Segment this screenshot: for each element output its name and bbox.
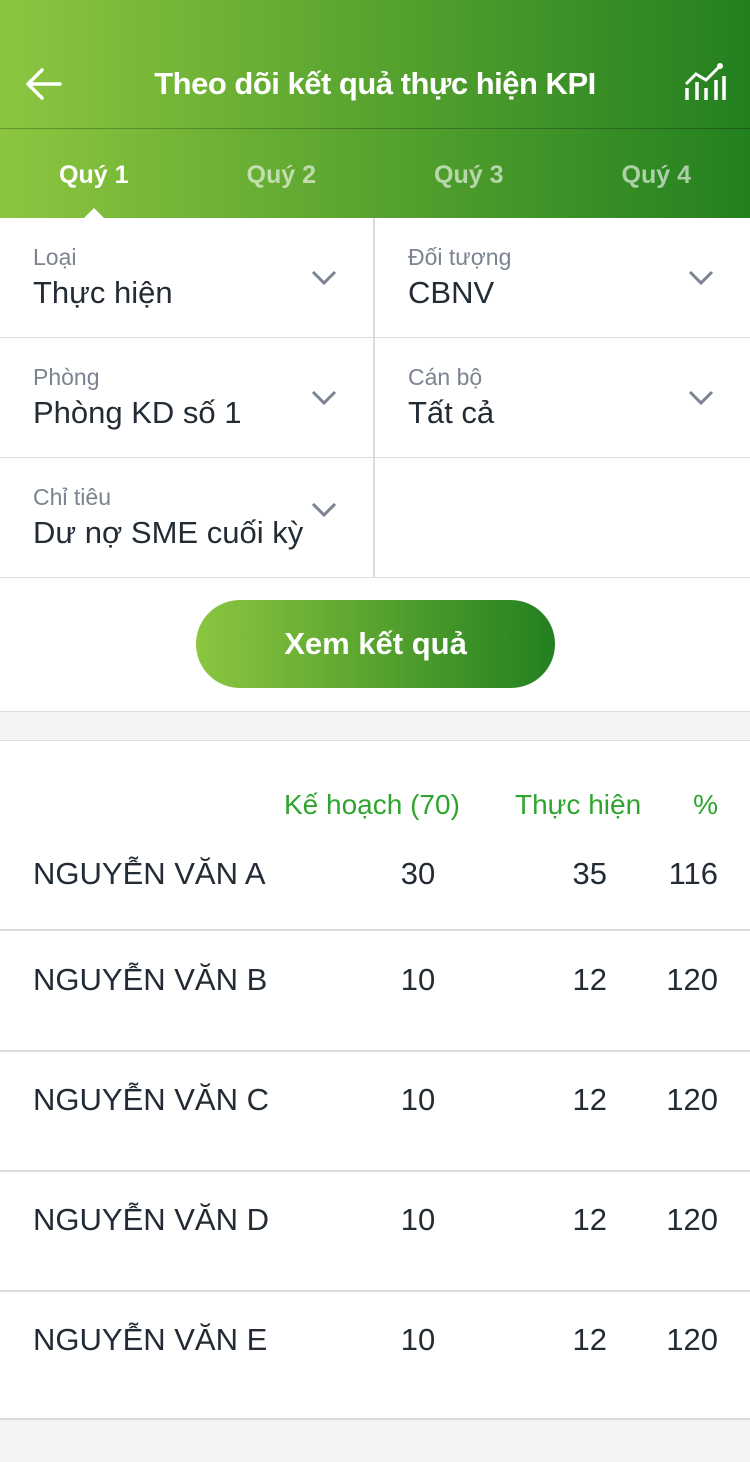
- table-row[interactable]: NGUYỄN VĂN A 30 35 116: [0, 812, 750, 931]
- chevron-down-icon: [311, 502, 337, 518]
- row-actual: 12: [572, 1082, 607, 1117]
- row-name: NGUYỄN VĂN C: [33, 1082, 269, 1117]
- chart-icon[interactable]: [682, 62, 726, 102]
- chevron-down-icon: [311, 390, 337, 406]
- header: Theo dõi kết quả thực hiện KPI Quý 1 Quý…: [0, 0, 750, 218]
- tab-quy-4[interactable]: Quý 4: [563, 129, 750, 218]
- chevron-down-icon: [688, 390, 714, 406]
- row-percent: 116: [668, 856, 718, 891]
- filter-can-bo[interactable]: Cán bộ Tất cả: [375, 338, 750, 458]
- filter-label: Cán bộ: [408, 364, 483, 390]
- filter-label: Đối tượng: [408, 244, 512, 270]
- filter-doi-tuong[interactable]: Đối tượng CBNV: [375, 218, 750, 338]
- row-plan: 10: [400, 1202, 436, 1237]
- filter-chi-tieu[interactable]: Chỉ tiêu Dư nợ SME cuối kỳ: [0, 458, 375, 578]
- view-results-button[interactable]: Xem kết quả: [196, 600, 555, 688]
- row-plan: 10: [400, 1322, 436, 1357]
- table-row[interactable]: NGUYỄN VĂN C 10 12 120: [0, 1052, 750, 1172]
- filter-value: Dư nợ SME cuối kỳ: [33, 515, 304, 550]
- row-actual: 12: [572, 1322, 607, 1357]
- chevron-down-icon: [688, 270, 714, 286]
- row-name: NGUYỄN VĂN A: [33, 856, 266, 891]
- row-plan: 10: [400, 962, 436, 997]
- row-percent: 120: [666, 962, 718, 997]
- row-percent: 120: [666, 1082, 718, 1117]
- tab-quy-2[interactable]: Quý 2: [188, 129, 376, 218]
- tab-quy-3[interactable]: Quý 3: [375, 129, 563, 218]
- row-name: NGUYỄN VĂN D: [33, 1202, 269, 1237]
- row-name: NGUYỄN VĂN E: [33, 1322, 268, 1357]
- filter-phong[interactable]: Phòng Phòng KD số 1: [0, 338, 375, 458]
- page-title: Theo dõi kết quả thực hiện KPI: [154, 66, 596, 101]
- row-name: NGUYỄN VĂN B: [33, 962, 268, 997]
- row-percent: 120: [666, 1202, 718, 1237]
- tab-quy-1[interactable]: Quý 1: [0, 129, 188, 218]
- filter-panel: Loại Thực hiện Đối tượng CBNV Phòng Phòn…: [0, 218, 750, 578]
- row-percent: 120: [666, 1322, 718, 1357]
- filter-loai[interactable]: Loại Thực hiện: [0, 218, 375, 338]
- row-plan: 30: [400, 856, 436, 891]
- row-plan: 10: [400, 1082, 436, 1117]
- table-row[interactable]: NGUYỄN VĂN E 10 12 120: [0, 1292, 750, 1420]
- button-area: Xem kết quả: [0, 578, 750, 712]
- table-row[interactable]: NGUYỄN VĂN D 10 12 120: [0, 1172, 750, 1292]
- row-actual: 12: [572, 962, 607, 997]
- filter-label: Phòng: [33, 364, 100, 390]
- quarter-tabs: Quý 1 Quý 2 Quý 3 Quý 4: [0, 129, 750, 218]
- filter-label: Loại: [33, 244, 77, 270]
- results-table: Kế hoạch (70) Thực hiện % NGUYỄN VĂN A 3…: [0, 740, 750, 1420]
- table-row[interactable]: NGUYỄN VĂN B 10 12 120: [0, 932, 750, 1052]
- chevron-down-icon: [311, 270, 337, 286]
- top-bar: Theo dõi kết quả thực hiện KPI: [0, 0, 750, 129]
- row-actual: 12: [572, 1202, 607, 1237]
- filter-empty: [375, 458, 750, 578]
- row-actual: 35: [572, 856, 607, 891]
